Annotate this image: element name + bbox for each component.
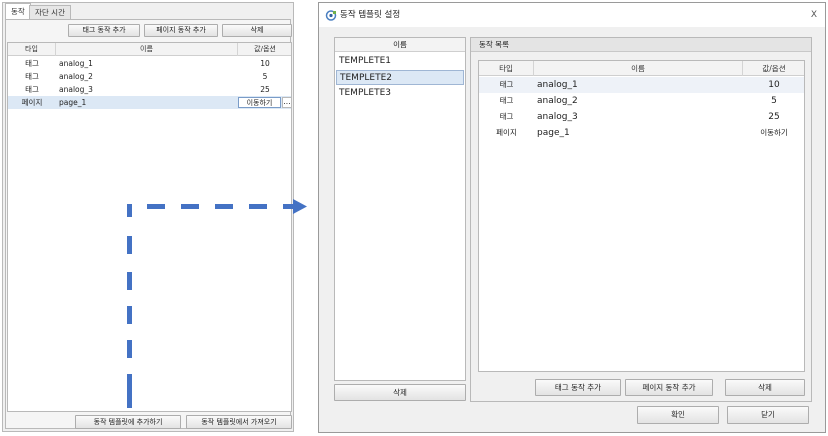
template-list: 이름 TEMPLETE1 TEMPLETE2 TEMPLETE3	[334, 37, 466, 381]
row-name: analog_2	[537, 96, 578, 106]
column-type[interactable]: 타입	[479, 61, 534, 76]
row-type: 페이지	[21, 98, 43, 107]
template-list-header: 이름	[335, 38, 465, 52]
row-type: 태그	[25, 59, 39, 68]
action-delete-button[interactable]: 삭제	[725, 379, 805, 396]
column-type[interactable]: 타입	[8, 43, 56, 56]
arrow-dash	[127, 204, 132, 217]
arrow-dash	[127, 272, 132, 290]
dialog-titlebar[interactable]: 동작 템플릿 설정 X	[319, 3, 825, 27]
row-type: 태그	[25, 85, 39, 94]
action-panel: 동작 자단 시간 태그 동작 추가 페이지 동작 추가 삭제 타입 이름 값/옵…	[2, 2, 294, 432]
add-to-template-button[interactable]: 동작 템플릿에 추가하기	[75, 415, 181, 429]
dialog-title: 동작 템플릿 설정	[340, 10, 401, 20]
row-value[interactable]: 25	[743, 109, 805, 125]
row-type: 태그	[499, 96, 514, 105]
app-logo-icon	[325, 10, 337, 21]
row-name: analog_3	[537, 112, 578, 122]
arrow-dash	[147, 204, 165, 209]
arrow-dash	[215, 204, 233, 209]
table-row[interactable]: 태그 analog_2 5	[479, 93, 804, 109]
table-row[interactable]: 태그 analog_1 10	[479, 77, 804, 93]
table-header: 타입 이름 값/옵션	[8, 43, 291, 56]
action-list-group: 동작 목록 타입 이름 값/옵션 태그 analog_1 10 태그 analo…	[470, 37, 812, 402]
arrow-dash	[283, 204, 293, 209]
table-row[interactable]: 태그 analog_3 25	[8, 83, 291, 96]
column-name[interactable]: 이름	[534, 61, 743, 76]
close-icon[interactable]: X	[811, 9, 817, 21]
row-value[interactable]: 10	[238, 57, 292, 70]
arrow-dash	[127, 236, 132, 254]
action-table: 타입 이름 값/옵션 태그 analog_1 10 태그 analog_2 5 …	[7, 42, 292, 412]
template-item-selected[interactable]: TEMPLETE2	[336, 70, 464, 85]
template-settings-dialog: 동작 템플릿 설정 X 이름 TEMPLETE1 TEMPLETE2 TEMPL…	[318, 2, 826, 433]
row-name: analog_1	[537, 80, 578, 90]
arrow-dash	[127, 340, 132, 358]
tab-time[interactable]: 자단 시간	[29, 5, 71, 19]
arrow-dash	[249, 204, 267, 209]
row-type: 태그	[499, 112, 514, 121]
tab-action[interactable]: 동작	[5, 3, 31, 19]
row-value[interactable]: 5	[743, 93, 805, 109]
page-action-dropdown[interactable]: 이동하기	[238, 97, 281, 108]
table-row[interactable]: 페이지 page_1 이동하기	[479, 125, 804, 141]
row-name: page_1	[537, 128, 570, 138]
column-value[interactable]: 값/옵션	[743, 61, 805, 76]
ok-button[interactable]: 확인	[637, 406, 719, 424]
row-type: 태그	[499, 80, 514, 89]
row-name: analog_2	[59, 72, 93, 81]
row-type: 페이지	[496, 128, 517, 137]
row-value[interactable]: 10	[743, 77, 805, 93]
row-value[interactable]: 이동하기	[743, 125, 805, 141]
template-item[interactable]: TEMPLETE3	[336, 86, 464, 101]
template-item[interactable]: TEMPLETE1	[336, 54, 464, 69]
action-list-table: 타입 이름 값/옵션 태그 analog_1 10 태그 analog_2 5 …	[478, 60, 805, 372]
column-value[interactable]: 값/옵션	[238, 43, 292, 56]
row-type: 태그	[25, 72, 39, 81]
arrow-dash	[181, 204, 199, 209]
row-value[interactable]: 5	[238, 70, 292, 83]
table-row[interactable]: 태그 analog_2 5	[8, 70, 291, 83]
add-tag-action-button[interactable]: 태그 동작 추가	[535, 379, 621, 396]
close-button[interactable]: 닫기	[727, 406, 809, 424]
arrow-dash	[127, 306, 132, 324]
add-page-action-button[interactable]: 페이지 동작 추가	[625, 379, 713, 396]
table-row[interactable]: 태그 analog_3 25	[479, 109, 804, 125]
column-name[interactable]: 이름	[56, 43, 238, 56]
row-name: analog_3	[59, 85, 93, 94]
table-row[interactable]: 태그 analog_1 10	[8, 57, 291, 70]
load-from-template-button[interactable]: 동작 템플릿에서 가져오기	[186, 415, 292, 429]
row-value[interactable]: 25	[238, 83, 292, 96]
action-list-label: 동작 목록	[479, 40, 509, 49]
tab-bar: 동작 자단 시간	[3, 3, 293, 19]
delete-button[interactable]: 삭제	[222, 24, 292, 37]
table-row[interactable]: 페이지 page_1 이동하기 ...	[8, 96, 292, 109]
table-header: 타입 이름 값/옵션	[479, 61, 804, 76]
arrow-head-icon	[293, 199, 307, 214]
add-tag-action-button[interactable]: 태그 동작 추가	[68, 24, 140, 37]
template-delete-button[interactable]: 삭제	[334, 384, 466, 401]
row-name: analog_1	[59, 59, 93, 68]
action-tab-body: 태그 동작 추가 페이지 동작 추가 삭제 타입 이름 값/옵션 태그 anal…	[5, 19, 292, 429]
more-options-button[interactable]: ...	[282, 97, 292, 108]
add-page-action-button[interactable]: 페이지 동작 추가	[144, 24, 218, 37]
row-name: page_1	[59, 98, 87, 107]
action-list-header: 동작 목록	[471, 38, 811, 52]
arrow-dash	[127, 374, 132, 408]
